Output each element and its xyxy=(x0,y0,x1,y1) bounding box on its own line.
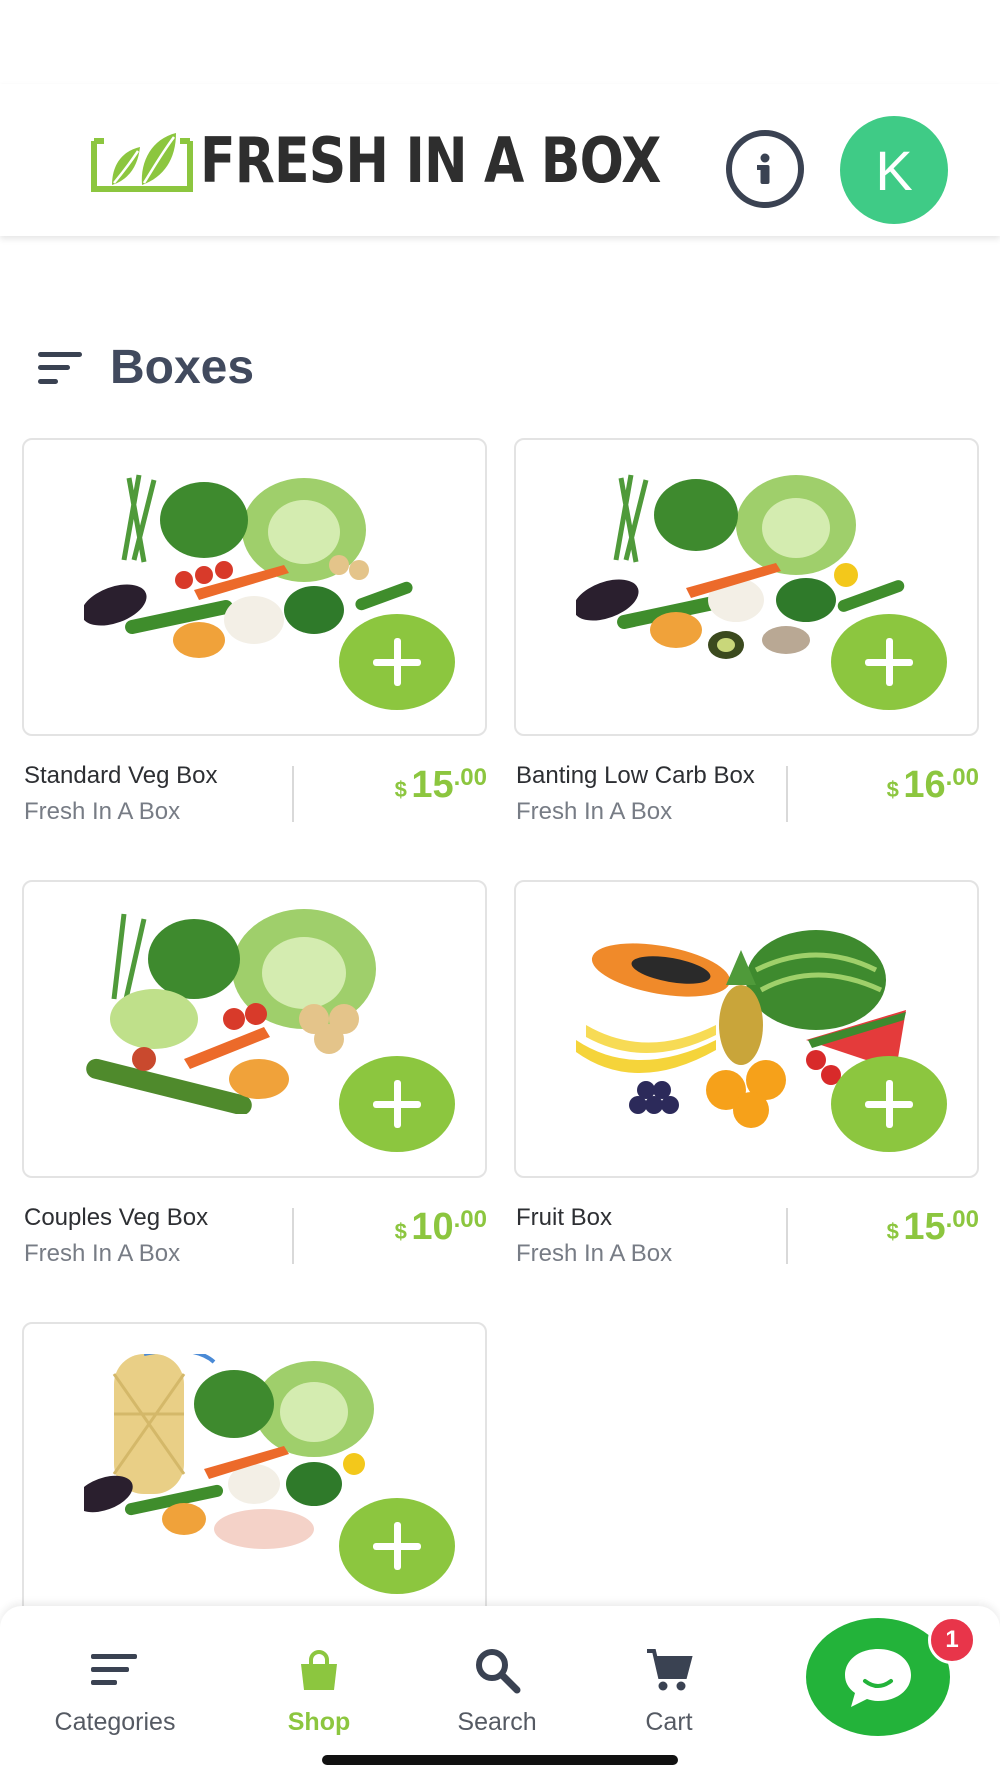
user-avatar[interactable]: K xyxy=(840,116,948,224)
leaf-box-logo-icon xyxy=(91,133,193,192)
product-card[interactable]: Standard Veg Box Fresh In A Box $ 15.00 xyxy=(22,438,487,842)
search-icon xyxy=(471,1646,523,1694)
product-info: Standard Veg Box Fresh In A Box $ 15.00 xyxy=(22,762,487,842)
product-card[interactable]: Banting Low Carb Box Fresh In A Box $ 16… xyxy=(514,438,979,842)
filter-menu-icon[interactable] xyxy=(38,351,82,384)
nav-label: Categories xyxy=(54,1708,176,1736)
product-info: Fruit Box Fresh In A Box $ 15.00 xyxy=(514,1204,979,1284)
nav-label: Search xyxy=(457,1708,537,1736)
info-button[interactable] xyxy=(726,130,804,208)
nav-item-categories[interactable]: Categories xyxy=(30,1646,200,1737)
add-to-cart-button[interactable] xyxy=(339,1498,455,1594)
product-card[interactable] xyxy=(22,1322,487,1620)
chat-notification-badge: 1 xyxy=(928,1616,976,1664)
nav-label: Cart xyxy=(645,1708,693,1736)
product-name[interactable]: Fruit Box xyxy=(516,1204,612,1232)
app-logo[interactable]: FRESH IN A BOX xyxy=(90,126,748,196)
product-price: $ 16.00 xyxy=(886,764,979,806)
app-header: FRESH IN A BOX K xyxy=(0,84,1000,236)
add-to-cart-button[interactable] xyxy=(339,614,455,710)
divider xyxy=(786,766,788,822)
product-price: $ 15.00 xyxy=(886,1206,979,1248)
page-title: Boxes xyxy=(110,341,255,394)
product-image-frame[interactable] xyxy=(22,1322,487,1620)
product-image-frame[interactable] xyxy=(514,880,979,1178)
product-name[interactable]: Couples Veg Box xyxy=(24,1204,208,1232)
product-info: Couples Veg Box Fresh In A Box $ 10.00 xyxy=(22,1204,487,1284)
section-header: Boxes xyxy=(38,340,254,395)
product-image-frame[interactable] xyxy=(22,438,487,736)
add-to-cart-button[interactable] xyxy=(831,1056,947,1152)
chat-bubble-icon xyxy=(845,1649,911,1707)
nav-item-shop[interactable]: Shop xyxy=(234,1646,404,1737)
product-brand: Fresh In A Box xyxy=(516,798,673,825)
cart-icon xyxy=(643,1646,695,1694)
nav-item-cart[interactable]: Cart xyxy=(584,1646,754,1737)
product-image-frame[interactable] xyxy=(514,438,979,736)
product-info: Banting Low Carb Box Fresh In A Box $ 16… xyxy=(514,762,979,842)
product-name[interactable]: Banting Low Carb Box xyxy=(516,762,755,790)
info-icon xyxy=(757,153,770,184)
add-to-cart-button[interactable] xyxy=(339,1056,455,1152)
nav-label: Shop xyxy=(287,1708,351,1736)
product-brand: Fresh In A Box xyxy=(24,1240,181,1267)
home-indicator xyxy=(322,1755,678,1765)
product-brand: Fresh In A Box xyxy=(24,798,181,825)
divider xyxy=(786,1208,788,1264)
product-name[interactable]: Standard Veg Box xyxy=(24,762,217,790)
product-price: $ 15.00 xyxy=(394,764,487,806)
product-image-frame[interactable] xyxy=(22,880,487,1178)
nav-item-search[interactable]: Search xyxy=(412,1646,582,1737)
shopping-bag-icon xyxy=(293,1646,345,1694)
product-card[interactable]: Couples Veg Box Fresh In A Box $ 10.00 xyxy=(22,880,487,1284)
divider xyxy=(292,766,294,822)
add-to-cart-button[interactable] xyxy=(831,614,947,710)
product-brand: Fresh In A Box xyxy=(516,1240,673,1267)
logo-text: FRESH IN A BOX xyxy=(200,124,661,197)
divider xyxy=(292,1208,294,1264)
menu-icon xyxy=(89,1646,141,1694)
product-card[interactable]: Fruit Box Fresh In A Box $ 15.00 xyxy=(514,880,979,1284)
product-price: $ 10.00 xyxy=(394,1206,487,1248)
